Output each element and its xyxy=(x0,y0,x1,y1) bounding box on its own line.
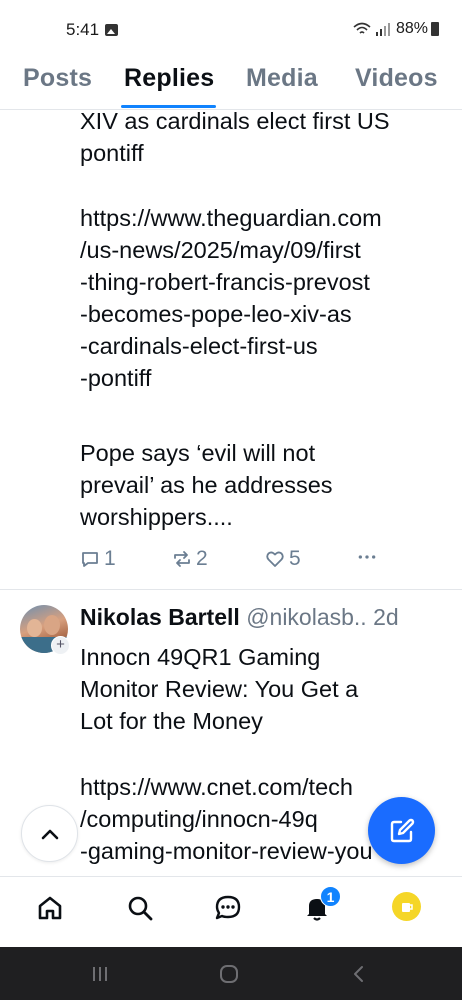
repost-icon xyxy=(174,551,190,567)
post-text: XIV as cardinals elect first US pontiff xyxy=(80,108,390,166)
profile-avatar[interactable] xyxy=(392,892,421,921)
compose-icon xyxy=(390,818,414,842)
more-button[interactable] xyxy=(357,547,377,567)
more-icon xyxy=(358,555,376,559)
wifi-icon xyxy=(353,22,371,34)
tab-media[interactable]: Media xyxy=(246,64,318,93)
scroll-to-top-button[interactable] xyxy=(21,805,78,862)
compose-button[interactable] xyxy=(368,797,435,864)
post-link[interactable]: https://www.theguardian.com /us-news/202… xyxy=(80,202,450,394)
reply-button[interactable]: 1 xyxy=(80,547,116,571)
recent-apps-icon[interactable] xyxy=(90,964,110,984)
nav-home[interactable] xyxy=(35,893,65,923)
search-icon xyxy=(128,896,153,921)
tab-videos[interactable]: Videos xyxy=(355,64,438,93)
post-excerpt: Pope says ‘evil will not prevail’ as he … xyxy=(80,440,333,530)
post-title: Innocn 49QR1 Gaming Monitor Review: You … xyxy=(80,644,359,734)
post-actions: 1 2 5 xyxy=(0,543,462,577)
post-time: 2d xyxy=(373,604,399,630)
reply-count: 1 xyxy=(104,547,116,570)
signal-icon xyxy=(376,23,390,36)
author-name[interactable]: Nikolas Bartell xyxy=(80,604,240,630)
post-divider xyxy=(0,589,462,590)
battery-icon xyxy=(431,22,439,36)
tab-posts[interactable]: Posts xyxy=(23,64,92,93)
battery-percent: 88% xyxy=(396,20,429,37)
author-handle[interactable]: @nikolasb.. xyxy=(246,604,367,630)
tab-replies[interactable]: Replies xyxy=(124,64,214,93)
profile-tabs: Posts Replies Media Videos xyxy=(0,58,462,110)
mug-icon xyxy=(401,902,413,912)
like-button[interactable]: 5 xyxy=(265,547,301,571)
status-time: 5:41 xyxy=(66,20,100,39)
chevron-up-icon xyxy=(41,829,58,839)
repost-count: 2 xyxy=(196,547,208,570)
like-count: 5 xyxy=(289,547,301,570)
gallery-icon xyxy=(105,24,118,36)
system-nav-bar xyxy=(0,947,462,1000)
back-icon[interactable] xyxy=(350,964,366,984)
heart-icon xyxy=(266,551,284,567)
chat-icon xyxy=(215,895,241,920)
nav-chat[interactable] xyxy=(213,893,243,923)
home-icon xyxy=(38,896,62,920)
status-bar: 5:41 88% xyxy=(0,0,462,58)
follow-plus-icon[interactable]: + xyxy=(51,636,70,655)
home-system-icon[interactable] xyxy=(218,963,240,985)
notification-badge: 1 xyxy=(320,886,341,907)
reply-icon xyxy=(82,552,98,567)
post-author-line: Nikolas Bartell @nikolasb.. 2d xyxy=(80,604,452,631)
nav-search[interactable] xyxy=(125,893,155,923)
repost-button[interactable]: 2 xyxy=(172,547,208,571)
